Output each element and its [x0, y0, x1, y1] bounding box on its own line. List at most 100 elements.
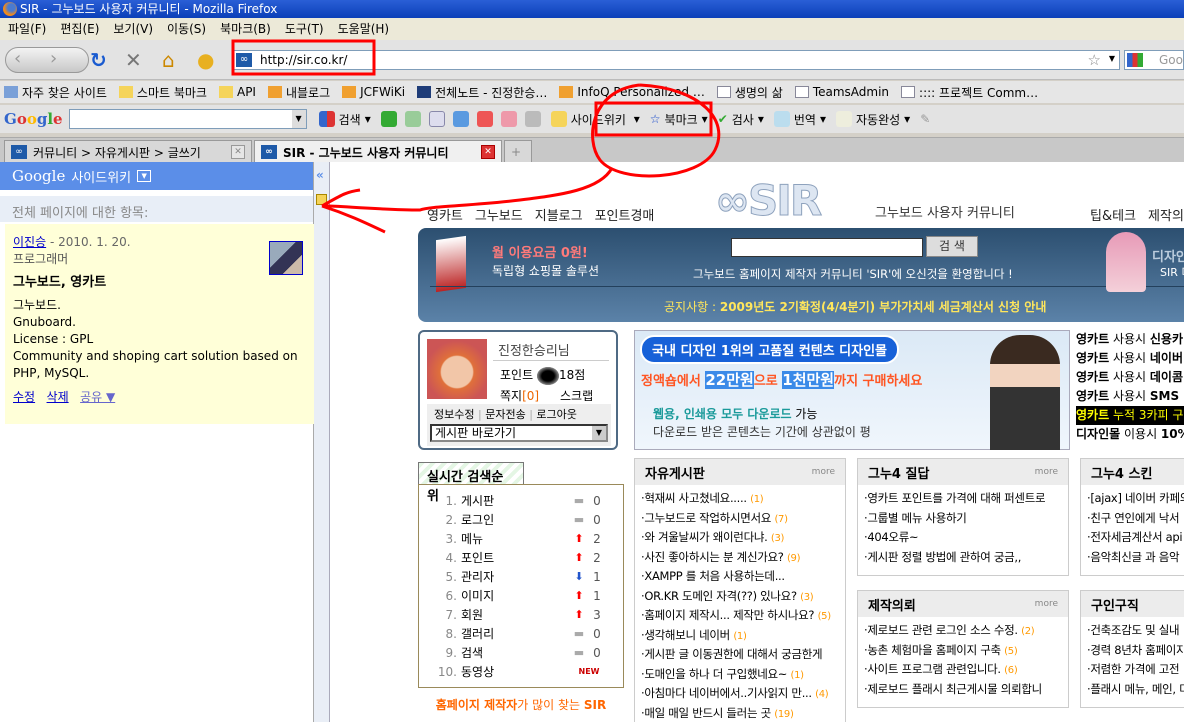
address-bar[interactable]: ∞ http://sir.co.kr/ ☆ ▼ — [233, 50, 1120, 70]
rank-keyword[interactable]: 게시판 — [461, 492, 571, 509]
menu-view[interactable]: 보기(V) — [109, 18, 163, 40]
nav-gnuboard[interactable]: 그누보드 — [475, 209, 523, 224]
url-text[interactable]: http://sir.co.kr/ — [260, 53, 347, 67]
rank-row[interactable]: 6. 이미지 ⬆ 1 — [419, 586, 623, 605]
board-post-link[interactable]: ·아침마다 네이버에서..기사읽지 만... (4) — [641, 684, 845, 704]
board-post-link[interactable]: ·OR.KR 도메인 자격(??) 있나요? (3) — [641, 587, 845, 607]
bookmark-item[interactable]: JCFWiKi — [342, 85, 405, 99]
author-photo[interactable] — [269, 241, 303, 275]
board-post-link[interactable]: ·전자세금계산서 api — [1087, 528, 1184, 548]
promo-link[interactable]: 영카트 사용시 네이버 — [1076, 349, 1184, 368]
sir-logo[interactable]: ∞SIR — [714, 176, 822, 226]
rank-row[interactable]: 10. 동영상 NEW — [419, 662, 623, 681]
bookmark-item[interactable]: 스마트 북마크 — [118, 84, 207, 101]
board-post-link[interactable]: ·음악최신글 과 음악 — [1087, 548, 1184, 568]
rank-keyword[interactable]: 회원 — [461, 606, 571, 623]
board-post-link[interactable]: ·제로보드 관련 로그인 소스 수정. (2) — [864, 621, 1068, 641]
eraser-icon[interactable]: ✎ — [920, 112, 930, 126]
menu-edit[interactable]: 편집(E) — [56, 18, 109, 40]
edit-info-link[interactable]: 정보수정 — [434, 408, 474, 421]
notice[interactable]: 공지사항 : 2009년도 2기확정(4/4분기) 부가가치세 세금계산서 신청… — [664, 298, 1046, 315]
rank-keyword[interactable]: 포인트 — [461, 549, 571, 566]
google-toolbar-search-input[interactable] — [68, 109, 307, 129]
bookmark-item[interactable]: 생명의 삶 — [716, 84, 783, 101]
logout-link[interactable]: 로그아웃 — [536, 408, 576, 421]
nav-tips[interactable]: 팁&테크 — [1090, 209, 1136, 224]
board-title[interactable]: 제작의뢰 — [868, 595, 916, 614]
board-post-link[interactable]: ·그누보드로 작업하시면서요 (7) — [641, 509, 845, 529]
rank-keyword[interactable]: 이미지 — [461, 587, 571, 604]
rank-row[interactable]: 4. 포인트 ⬆ 2 — [419, 548, 623, 567]
bookmark-item[interactable]: 자주 찾은 사이트 — [4, 84, 107, 101]
bookmark-item[interactable]: :::: 프로젝트 Comm… — [901, 84, 1038, 101]
rank-row[interactable]: 1. 게시판 ▬ 0 — [419, 491, 623, 510]
bookmark-button[interactable]: ☆ 북마크 ▾ — [650, 111, 708, 128]
addon-icon[interactable]: ● — [197, 48, 214, 72]
nav-gblog[interactable]: 지블로그 — [535, 209, 583, 224]
rank-row[interactable]: 8. 갤러리 ▬ 0 — [419, 624, 623, 643]
rank-keyword[interactable]: 갤러리 — [461, 625, 571, 642]
designmall-ad[interactable]: 국내 디자인 1위의 고품질 컨텐츠 디자인몰 정액숍에서 22만원으로 1천만… — [634, 330, 1070, 450]
board-title[interactable]: 그누4 질답 — [868, 463, 929, 482]
nav-requests[interactable]: 제작의뢰 — [1148, 209, 1184, 224]
bookmark-item[interactable]: 내블로그 — [267, 84, 330, 101]
board-post-link[interactable]: ·경력 8년차 홈페이지 — [1087, 641, 1184, 661]
sidewiki-button[interactable]: 사이드위키 ▾ — [550, 111, 640, 128]
rank-row[interactable]: 5. 관리자 ⬇ 1 — [419, 567, 623, 586]
rank-row[interactable]: 3. 메뉴 ⬆ 2 — [419, 529, 623, 548]
promo-link[interactable]: 디자인몰 이용시 10% — [1076, 425, 1184, 444]
board-post-link[interactable]: ·사진 좋아하시는 분 계신가요? (9) — [641, 548, 845, 568]
delete-link[interactable]: 삭제 — [47, 390, 69, 404]
site-search-input[interactable] — [731, 238, 923, 257]
rank-row[interactable]: 9. 검색 ▬ 0 — [419, 643, 623, 662]
home-icon[interactable]: ⌂ — [162, 48, 175, 72]
tab-write-post[interactable]: ∞ 커뮤니티 > 자유게시판 > 글쓰기 ✕ — [4, 140, 252, 163]
search-box[interactable]: Goog — [1124, 50, 1184, 70]
more-link[interactable]: more — [1035, 599, 1058, 609]
board-post-link[interactable]: ·제로보드 플래시 최근게시물 의뢰합니 — [864, 680, 1068, 700]
stop-icon[interactable]: ✕ — [125, 48, 142, 72]
sidewiki-menu-icon[interactable]: ▼ — [137, 170, 152, 182]
nav-point-auction[interactable]: 포인트경매 — [595, 209, 655, 224]
board-post-link[interactable]: ·플래시 메뉴, 메인, 미 — [1087, 680, 1184, 700]
url-dropdown-icon[interactable]: ▼ — [1109, 54, 1115, 63]
menu-tools[interactable]: 도구(T) — [281, 18, 334, 40]
mail-icon[interactable] — [476, 111, 493, 127]
nav-youngcart[interactable]: 영카트 — [427, 209, 463, 224]
board-title[interactable]: 자유게시판 — [645, 463, 705, 482]
tab-sir-home[interactable]: ∞ SIR - 그누보드 사용자 커뮤니티 ✕ — [254, 140, 502, 163]
menu-help[interactable]: 도움말(H) — [334, 18, 400, 40]
menu-bookmarks[interactable]: 북마크(B) — [216, 18, 281, 40]
board-post-link[interactable]: ·친구 연인에게 낙서 — [1087, 509, 1184, 529]
spell-icon[interactable] — [404, 111, 421, 127]
more-link[interactable]: more — [812, 467, 835, 477]
cards-icon[interactable] — [500, 111, 517, 127]
promo-link[interactable]: 영카트 사용시 데이콤 — [1076, 368, 1184, 387]
board-post-link[interactable]: ·도매인을 하나 더 구입했네요~ (1) — [641, 665, 845, 685]
board-post-link[interactable]: ·404오류~ — [864, 528, 1068, 548]
author-link[interactable]: 이진승 — [13, 235, 46, 249]
rank-row[interactable]: 7. 회원 ⬆ 3 — [419, 605, 623, 624]
board-post-link[interactable]: ·게시판 정렬 방법에 관하여 궁금,, — [864, 548, 1068, 568]
bookmark-item[interactable]: TeamsAdmin — [794, 85, 889, 99]
board-post-link[interactable]: ·혁재씨 사고쳤네요..... (1) — [641, 489, 845, 509]
sidewiki-marker-icon[interactable] — [316, 194, 327, 205]
rank-row[interactable]: 2. 로그인 ▬ 0 — [419, 510, 623, 529]
back-forward-buttons[interactable]: ‹ › — [5, 47, 89, 73]
more-link[interactable]: more — [1035, 467, 1058, 477]
board-post-link[interactable]: ·영카트 포인트를 가격에 대해 퍼센트로 — [864, 489, 1068, 509]
rank-keyword[interactable]: 검색 — [461, 644, 571, 661]
back-icon[interactable]: ‹ — [14, 48, 21, 69]
autofill-button[interactable]: 자동완성 ▾ — [836, 111, 910, 128]
reload-icon[interactable]: ↻ — [90, 48, 107, 72]
google-search-button[interactable]: 검색 ▾ — [318, 111, 371, 128]
scrap-link[interactable]: 스크랩 — [560, 387, 593, 404]
rank-keyword[interactable]: 동영상 — [461, 663, 571, 680]
rank-keyword[interactable]: 관리자 — [461, 568, 571, 585]
board-post-link[interactable]: ·[ajax] 네이버 카페의 — [1087, 489, 1184, 509]
promo-link[interactable]: 영카트 누적 3카피 구 — [1076, 406, 1184, 425]
board-post-link[interactable]: ·저렴한 가격에 고전 — [1087, 660, 1184, 680]
board-post-link[interactable]: ·건축조감도 및 실내 — [1087, 621, 1184, 641]
bookmark-item[interactable]: API — [218, 85, 256, 99]
sidebar-handle[interactable]: « — [314, 162, 330, 722]
